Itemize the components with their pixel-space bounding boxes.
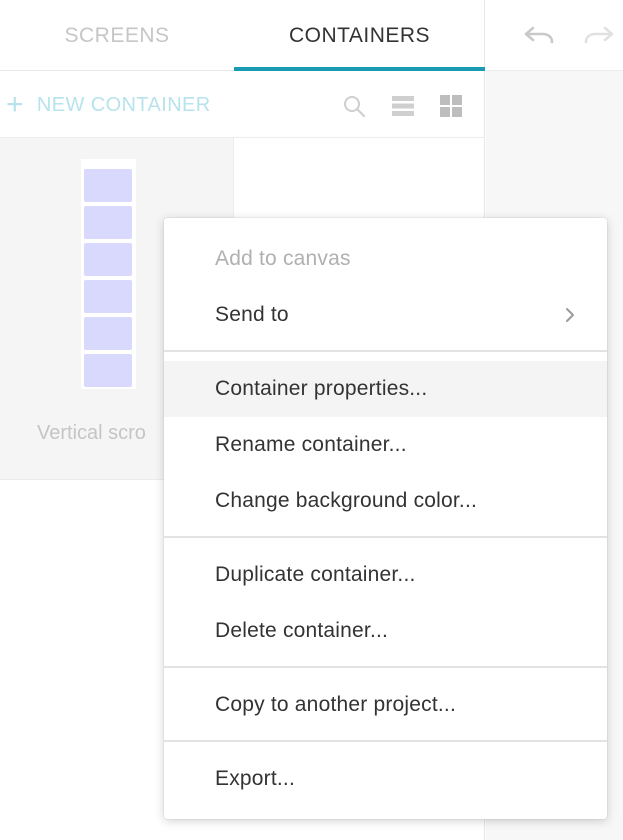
menu-item-export[interactable]: Export... [164,751,607,807]
menu-item-label: Change background color... [215,489,478,512]
menu-item-label: Send to [215,303,289,326]
menu-item-copy-to-another-project[interactable]: Copy to another project... [164,677,607,733]
list-view-icon[interactable] [390,93,416,119]
menu-item-label: Copy to another project... [215,693,456,716]
menu-item-label: Container properties... [215,377,428,400]
context-menu: Add to canvas Send to Container properti… [164,218,607,819]
menu-item-add-to-canvas: Add to canvas [164,231,607,287]
thumbnail-cell [84,243,132,276]
menu-item-label: Duplicate container... [215,563,416,586]
panel-tabs: SCREENS CONTAINERS [0,0,485,71]
search-icon[interactable] [341,93,367,119]
menu-item-label: Export... [215,767,295,790]
menu-item-change-background-color[interactable]: Change background color... [164,473,607,529]
menu-item-label: Rename container... [215,433,407,456]
undo-icon[interactable] [522,20,556,50]
menu-separator [164,350,607,352]
thumbnail-cell [84,206,132,239]
tab-screens[interactable]: SCREENS [0,0,234,71]
containers-toolbar: + NEW CONTAINER [0,71,485,138]
menu-separator [164,536,607,538]
menu-item-delete-container[interactable]: Delete container... [164,603,607,659]
menu-item-container-properties[interactable]: Container properties... [164,361,607,417]
history-toolbar [486,0,623,71]
menu-separator [164,666,607,668]
menu-item-label: Add to canvas [215,247,351,270]
menu-item-rename-container[interactable]: Rename container... [164,417,607,473]
container-tile-label: Vertical scro [37,422,146,444]
grid-view-icon[interactable] [438,93,464,119]
menu-separator [164,740,607,742]
thumbnail-cell [84,354,132,387]
new-container-label: NEW CONTAINER [36,93,211,116]
plus-icon: + [6,88,24,121]
chevron-right-icon [566,308,574,322]
thumbnail-cell [84,317,132,350]
menu-item-duplicate-container[interactable]: Duplicate container... [164,547,607,603]
menu-item-send-to[interactable]: Send to [164,287,607,343]
new-container-button[interactable]: + NEW CONTAINER [6,88,211,122]
thumbnail-cell [84,169,132,202]
container-thumbnail [81,159,136,389]
thumbnail-cell [84,280,132,313]
tab-containers[interactable]: CONTAINERS [234,0,485,71]
redo-icon[interactable] [582,20,616,50]
menu-item-label: Delete container... [215,619,389,642]
